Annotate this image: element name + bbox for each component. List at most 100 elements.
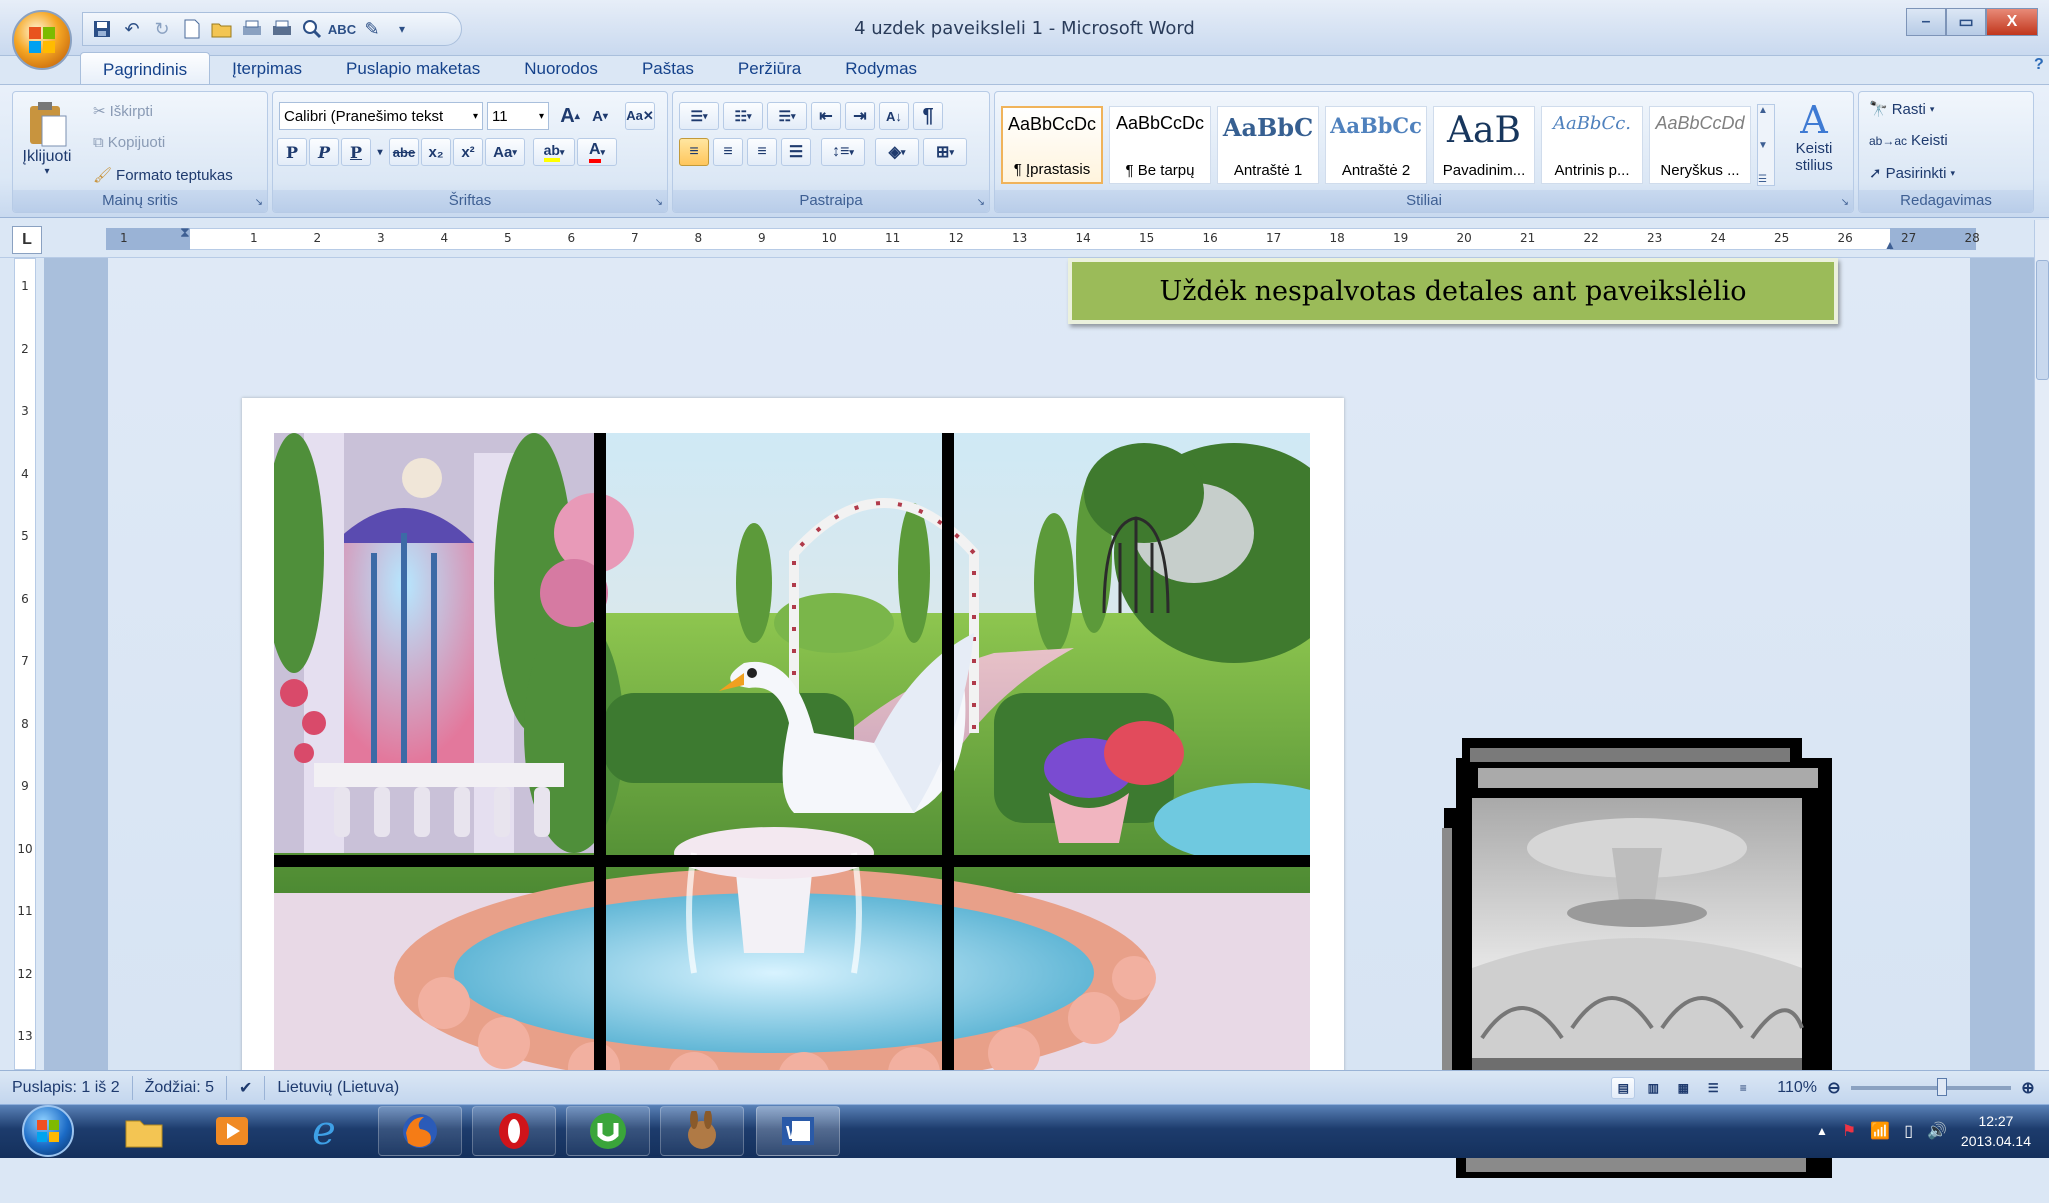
- tab-insert[interactable]: Įterpimas: [210, 52, 324, 86]
- taskbar-opera[interactable]: [472, 1106, 556, 1156]
- line-spacing-button[interactable]: ↕≡ ▾: [821, 138, 865, 166]
- volume-icon[interactable]: 🔊: [1927, 1121, 1947, 1141]
- cut-button[interactable]: ✂ Iškirpti: [93, 102, 153, 121]
- tab-review[interactable]: Peržiūra: [716, 52, 823, 86]
- page-count[interactable]: Puslapis: 1 iš 2: [0, 1075, 133, 1100]
- help-icon[interactable]: ?: [2034, 56, 2049, 80]
- style-no-spacing[interactable]: AaBbCcDc ¶ Be tarpų: [1109, 106, 1211, 184]
- vertical-scrollbar[interactable]: [2034, 220, 2049, 1070]
- maximize-button[interactable]: ▭: [1946, 8, 1986, 36]
- taskbar-explorer[interactable]: [102, 1106, 186, 1156]
- paste-button[interactable]: Įklijuoti ▾: [19, 100, 75, 190]
- zoom-slider[interactable]: [1851, 1077, 2011, 1096]
- font-color-button[interactable]: A ▾: [577, 138, 617, 166]
- style-heading-1[interactable]: AaBbC Antraštė 1: [1217, 106, 1319, 184]
- font-launcher-icon[interactable]: ↘: [655, 197, 663, 208]
- shrink-font-button[interactable]: A ▾: [585, 102, 615, 130]
- styles-scroll[interactable]: ▲ ▼ ☰: [1757, 104, 1775, 186]
- superscript-button[interactable]: x²: [453, 138, 483, 166]
- sort-button[interactable]: A↓: [879, 102, 909, 130]
- bullets-button[interactable]: ☰ ▾: [679, 102, 719, 130]
- show-formatting-button[interactable]: ¶: [913, 102, 943, 130]
- office-button[interactable]: [12, 10, 72, 70]
- show-hidden-icons-icon[interactable]: ▲: [1816, 1124, 1828, 1138]
- format-painter-button[interactable]: 🖌 Formato teptukas: [93, 166, 233, 185]
- horizontal-ruler[interactable]: 1 1 2 3 4 5 6 7 8 9 10 11 12 13 14 15 16 17 18 19 20 21 22 23 24…: [0, 220, 2049, 258]
- styles-launcher-icon[interactable]: ↘: [1841, 197, 1849, 208]
- font-name-combo[interactable]: Calibri (Pranešimo tekst ▾: [279, 102, 483, 130]
- proofing-icon[interactable]: ✔: [227, 1075, 266, 1100]
- garden-puzzle-image[interactable]: [274, 433, 1310, 1083]
- full-screen-reading-icon[interactable]: ▥: [1641, 1077, 1665, 1099]
- tab-references[interactable]: Nuorodos: [502, 52, 620, 86]
- style-normal[interactable]: AaBbCcDc ¶ Įprastasis: [1001, 106, 1103, 184]
- more-styles-icon[interactable]: ☰: [1758, 174, 1774, 185]
- start-button[interactable]: [14, 1104, 82, 1158]
- align-left-button[interactable]: ≡: [679, 138, 709, 166]
- paragraph-launcher-icon[interactable]: ↘: [977, 197, 985, 208]
- copy-button[interactable]: ⧉ Kopijuoti: [93, 134, 165, 151]
- zoom-level[interactable]: 110%: [1777, 1079, 1817, 1097]
- change-case-button[interactable]: Aa ▾: [485, 138, 525, 166]
- draft-view-icon[interactable]: ≡: [1731, 1077, 1755, 1099]
- change-styles-button[interactable]: A Keisti stilius: [1781, 100, 1847, 190]
- underline-dropdown-icon[interactable]: ▾: [373, 138, 387, 166]
- decrease-indent-button[interactable]: ⇤: [811, 102, 841, 130]
- word-count[interactable]: Žodžiai: 5: [133, 1075, 227, 1100]
- taskbar-firefox[interactable]: [378, 1106, 462, 1156]
- language-indicator[interactable]: Lietuvių (Lietuva): [265, 1076, 411, 1100]
- taskbar-word[interactable]: W: [756, 1106, 840, 1156]
- indent-marker-icon[interactable]: ⧗: [180, 224, 190, 241]
- font-size-combo[interactable]: 11 ▾: [487, 102, 549, 130]
- align-right-button[interactable]: ≡: [747, 138, 777, 166]
- scrollbar-thumb[interactable]: [2036, 260, 2049, 380]
- close-button[interactable]: X: [1986, 8, 2038, 36]
- increase-indent-button[interactable]: ⇥: [845, 102, 875, 130]
- grow-font-button[interactable]: A ▴: [555, 102, 585, 130]
- find-button[interactable]: 🔭 Rasti ▾: [1869, 100, 1934, 119]
- style-title[interactable]: AaB Pavadinim...: [1433, 106, 1535, 184]
- strikethrough-button[interactable]: abe: [389, 138, 419, 166]
- style-subtle-emphasis[interactable]: AaBbCcDd Neryškus ...: [1649, 106, 1751, 184]
- print-layout-view-icon[interactable]: ▤: [1611, 1076, 1636, 1099]
- zoom-slider-thumb[interactable]: [1937, 1077, 1947, 1096]
- taskbar-internet-explorer[interactable]: e: [282, 1106, 366, 1156]
- tab-selector-button[interactable]: L: [12, 226, 42, 254]
- style-heading-2[interactable]: AaBbCc Antraštė 2: [1325, 106, 1427, 184]
- right-indent-marker-icon[interactable]: ▲: [1884, 238, 1896, 252]
- scroll-down-icon[interactable]: ▼: [1758, 140, 1774, 151]
- italic-button[interactable]: P: [309, 138, 339, 166]
- style-subtitle[interactable]: AaBbCc. Antrinis p...: [1541, 106, 1643, 184]
- clipboard-launcher-icon[interactable]: ↘: [255, 197, 263, 208]
- select-button[interactable]: ➚ Pasirinkti ▾: [1869, 164, 1955, 183]
- tab-home[interactable]: Pagrindinis: [80, 52, 211, 86]
- action-center-flag-icon[interactable]: ⚑: [1842, 1121, 1856, 1141]
- shading-button[interactable]: ◈ ▾: [875, 138, 919, 166]
- outline-view-icon[interactable]: ☰: [1701, 1077, 1725, 1099]
- subscript-button[interactable]: x₂: [421, 138, 451, 166]
- network-signal-icon[interactable]: 📶: [1870, 1121, 1890, 1141]
- clear-formatting-button[interactable]: Aa✕: [625, 102, 655, 130]
- underline-button[interactable]: P: [341, 138, 371, 166]
- align-center-button[interactable]: ≡: [713, 138, 743, 166]
- tab-page-layout[interactable]: Puslapio maketas: [324, 52, 502, 86]
- clock[interactable]: 12:27 2013.04.14: [1961, 1111, 2031, 1151]
- tab-view[interactable]: Rodymas: [823, 52, 939, 86]
- taskbar-media-player[interactable]: [190, 1106, 274, 1156]
- web-layout-icon[interactable]: ▦: [1671, 1077, 1695, 1099]
- heading-text-box[interactable]: Uždėk nespalvotas detales ant paveikslėl…: [1068, 258, 1838, 324]
- numbering-button[interactable]: ☷ ▾: [723, 102, 763, 130]
- minimize-button[interactable]: –: [1906, 8, 1946, 36]
- scroll-up-icon[interactable]: ▲: [1758, 105, 1774, 116]
- replace-button[interactable]: ab→ac Keisti: [1869, 132, 1948, 149]
- taskbar-utorrent[interactable]: [566, 1106, 650, 1156]
- taskbar-game[interactable]: [660, 1106, 744, 1156]
- zoom-in-icon[interactable]: ⊕: [2017, 1077, 2039, 1099]
- battery-icon[interactable]: ▯: [1904, 1121, 1913, 1141]
- bold-button[interactable]: P: [277, 138, 307, 166]
- multilevel-list-button[interactable]: ☴ ▾: [767, 102, 807, 130]
- highlight-button[interactable]: ab ▾: [533, 138, 575, 166]
- borders-button[interactable]: ⊞ ▾: [923, 138, 967, 166]
- tab-mailings[interactable]: Paštas: [620, 52, 716, 86]
- justify-button[interactable]: ☰: [781, 138, 811, 166]
